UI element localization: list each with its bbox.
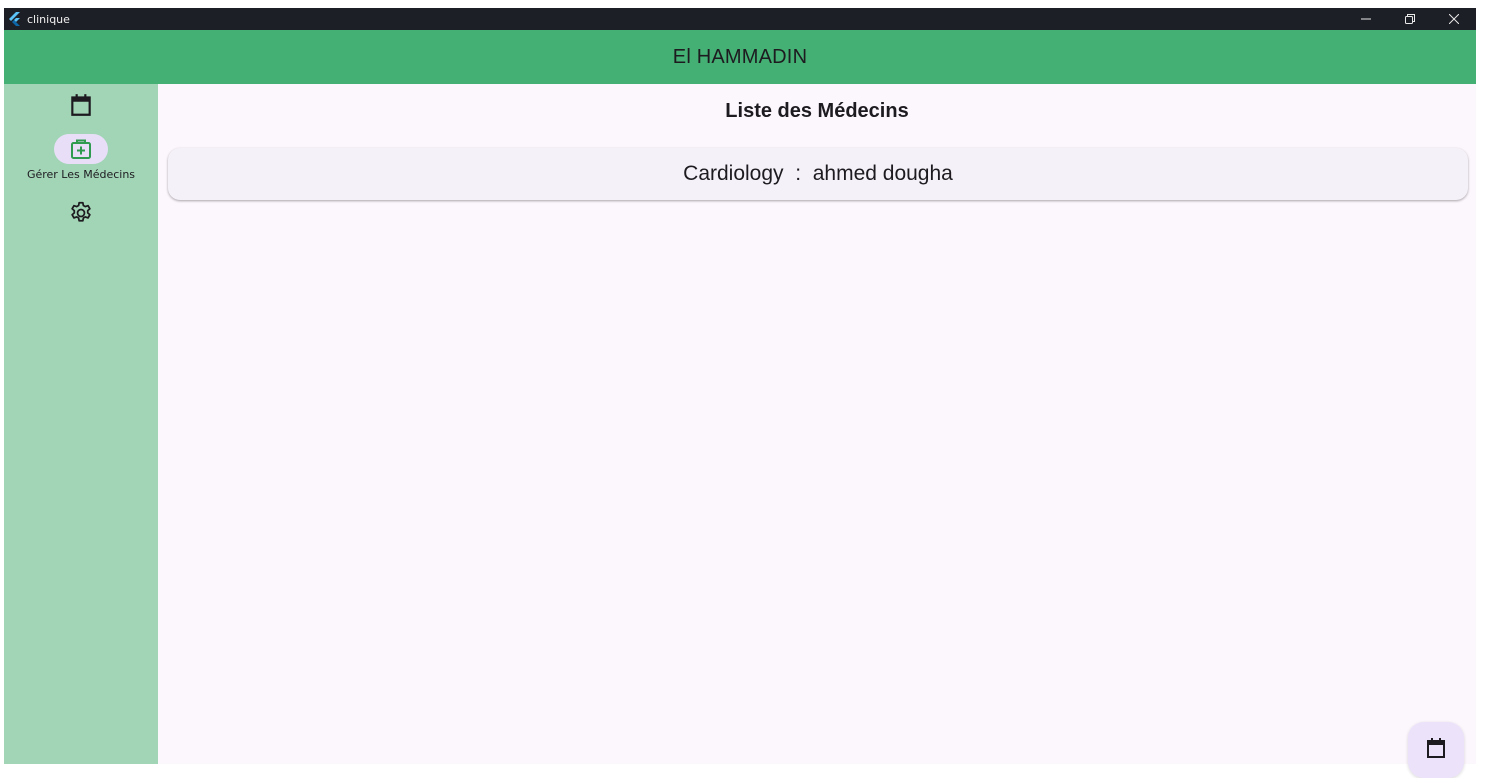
rail-item-label: Gérer Les Médecins — [26, 168, 136, 181]
rail-item-calendar[interactable] — [4, 90, 158, 120]
minimize-button[interactable] — [1344, 8, 1388, 30]
minimize-icon — [1361, 18, 1371, 20]
rail-item-settings[interactable] — [4, 198, 158, 228]
page-title: Liste des Médecins — [725, 100, 909, 122]
rail-item-doctors[interactable]: Gérer Les Médecins — [4, 134, 158, 181]
app-window: clinique El HAMMADIN Gérer Les Médecins … — [4, 8, 1476, 778]
app-bar: El HAMMADIN — [4, 30, 1476, 84]
navigation-rail: Gérer Les Médecins — [4, 84, 158, 764]
calendar-icon — [71, 94, 91, 116]
restore-button[interactable] — [1388, 8, 1432, 30]
rail-item-indicator — [54, 198, 108, 228]
title-bar[interactable]: clinique — [4, 8, 1476, 30]
calendar-icon — [1427, 738, 1445, 758]
flutter-logo-icon — [9, 12, 20, 26]
main-content: Liste des Médecins Cardiology : ahmed do… — [158, 84, 1476, 778]
app-bar-title: El HAMMADIN — [672, 45, 808, 68]
rail-item-indicator — [54, 90, 108, 120]
calendar-fab-button[interactable] — [1408, 722, 1464, 778]
close-button[interactable] — [1432, 8, 1476, 30]
window-controls — [1344, 8, 1476, 30]
window-title: clinique — [27, 12, 70, 26]
settings-gear-icon — [71, 201, 91, 222]
close-icon — [1449, 14, 1459, 24]
rail-item-indicator — [54, 134, 108, 164]
doctor-list-item[interactable]: Cardiology : ahmed dougha — [168, 148, 1468, 200]
medical-bag-icon — [71, 139, 91, 159]
restore-icon — [1405, 14, 1415, 24]
